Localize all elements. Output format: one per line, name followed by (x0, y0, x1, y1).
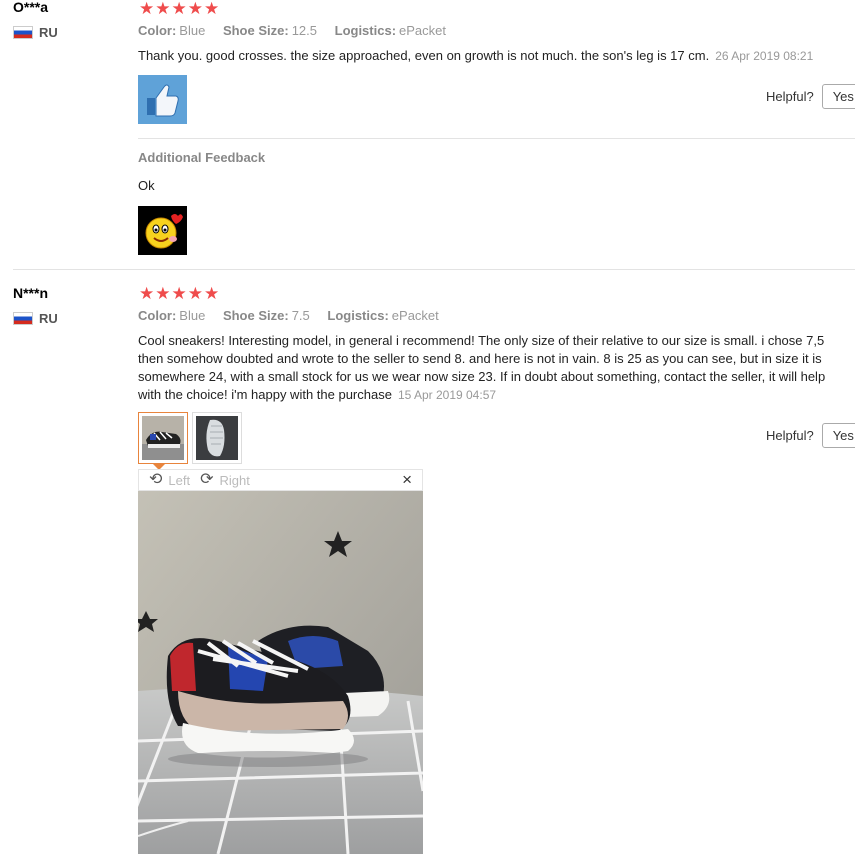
rotate-left-icon[interactable]: ⟲ (149, 472, 162, 488)
helpful-row: Helpful? Yes (766, 423, 855, 448)
helpful-label: Helpful? (766, 428, 814, 443)
helpful-yes-button[interactable]: Yes (821, 84, 855, 109)
size-label: Shoe Size: (222, 308, 289, 323)
additional-feedback-title: Additional Feedback (138, 150, 266, 165)
logistics-label: Logistics: (327, 308, 389, 323)
logistics-label: Logistics: (334, 23, 397, 38)
review-photo-thumbnail[interactable] (192, 412, 242, 464)
color-value: Blue (179, 308, 206, 323)
helpful-yes-button[interactable]: Yes (821, 423, 855, 448)
star-rating: ★★★★★ (139, 0, 221, 18)
review-attributes: Color: Blue Shoe Size: 12.5 Logistics: ePac… (138, 23, 460, 38)
russia-flag-icon (13, 26, 33, 39)
review-text: Thank you. good crosses. the size approa… (138, 47, 853, 65)
country-code: RU (39, 311, 58, 326)
reviewer-country: RU (13, 25, 58, 40)
additional-feedback-text: Ok (138, 178, 155, 193)
logistics-value: ePacket (399, 23, 447, 38)
additional-feedback-photo[interactable] (138, 206, 187, 255)
country-code: RU (39, 25, 58, 40)
smiley-emoji-icon (138, 206, 187, 255)
review-attributes: Color: Blue Shoe Size: 7.5 Logistics: ePack… (138, 308, 453, 323)
sneaker-photo-thumb (142, 416, 184, 460)
review-text: Cool sneakers! Interesting model, in gen… (138, 332, 850, 404)
reviewer-name: N***n (13, 285, 49, 301)
close-icon[interactable]: × (402, 470, 412, 490)
review-date: 26 Apr 2019 08:21 (715, 49, 814, 63)
feedback-divider (138, 138, 855, 139)
color-label: Color: (138, 308, 177, 323)
size-value: 12.5 (291, 23, 317, 38)
sneaker-photo (138, 491, 423, 854)
rotate-left-label[interactable]: Left (168, 473, 190, 488)
reviewer-name: O***a (13, 0, 49, 15)
sole-photo-thumb (196, 416, 238, 460)
rotate-right-label[interactable]: Right (220, 473, 250, 488)
size-value: 7.5 (291, 308, 310, 323)
thumbs-up-icon (138, 75, 187, 124)
reviewer-country: RU (13, 311, 58, 326)
review-date: 15 Apr 2019 04:57 (397, 388, 497, 402)
review-divider (13, 269, 855, 270)
size-label: Shoe Size: (222, 23, 289, 38)
color-value: Blue (179, 23, 206, 38)
review-photo-large[interactable] (138, 491, 423, 854)
photo-viewer-toolbar: ⟲ Left ⟳ Right × (138, 469, 423, 491)
helpful-row: Helpful? Yes (766, 84, 855, 109)
color-label: Color: (138, 23, 177, 38)
star-rating: ★★★★★ (139, 284, 221, 303)
review-body: Thank you. good crosses. the size approa… (138, 48, 710, 63)
logistics-value: ePacket (391, 308, 439, 323)
russia-flag-icon (13, 312, 33, 325)
rotate-right-icon[interactable]: ⟳ (200, 472, 213, 488)
review-photo-thumbnail-active[interactable] (138, 412, 188, 464)
review-photo-thumbs-up[interactable] (138, 75, 187, 124)
helpful-label: Helpful? (766, 89, 814, 104)
